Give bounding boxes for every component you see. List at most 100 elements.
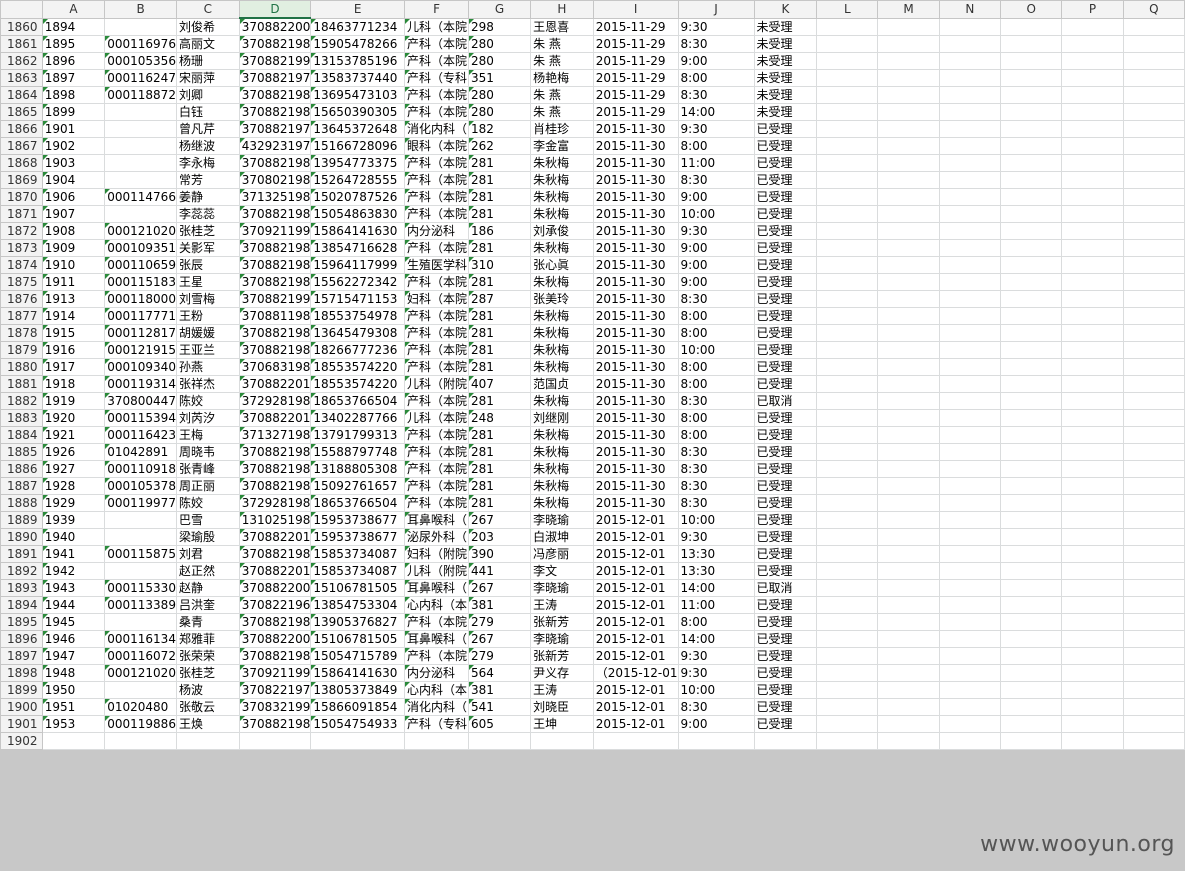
cell-j[interactable]: 9:00 (677, 256, 755, 274)
cell-i[interactable]: 2015-12-01 (592, 681, 679, 699)
cell-h[interactable]: 李金富 (530, 137, 594, 155)
cell-e[interactable]: 15092761657 (310, 477, 406, 495)
cell-k[interactable] (753, 732, 818, 750)
cell-f[interactable]: 儿科（附院 (404, 562, 469, 580)
cell-j[interactable]: 8:30 (677, 494, 755, 512)
cell-c[interactable]: 张桂芝 (175, 664, 240, 682)
cell-i[interactable]: 2015-11-30 (592, 120, 679, 138)
cell-p[interactable] (1061, 256, 1124, 274)
cell-i[interactable]: 2015-11-30 (592, 477, 679, 495)
cell-m[interactable] (877, 341, 940, 359)
cell-b[interactable]: 000110918 (104, 460, 177, 478)
column-header-m[interactable]: M (877, 0, 940, 19)
column-header-o[interactable]: O (1000, 0, 1063, 19)
cell-p[interactable] (1061, 324, 1124, 342)
cell-o[interactable] (1000, 239, 1063, 257)
cell-l[interactable] (816, 426, 879, 444)
cell-k[interactable]: 已受理 (753, 171, 818, 189)
cell-p[interactable] (1061, 239, 1124, 257)
cell-d[interactable]: 131025198 (238, 511, 312, 529)
column-header-h[interactable]: H (530, 0, 594, 19)
cell-e[interactable]: 15853734087 (310, 562, 406, 580)
row-header[interactable]: 1861 (0, 35, 43, 53)
cell-p[interactable] (1061, 698, 1124, 716)
cell-i[interactable]: 2015-11-30 (592, 256, 679, 274)
cell-f[interactable]: 妇科（附院 (404, 545, 469, 563)
cell-c[interactable]: 梁瑜殷 (175, 528, 240, 546)
cell-k[interactable]: 已受理 (753, 511, 818, 529)
cell-b[interactable]: 000109351 (104, 239, 177, 257)
cell-i[interactable]: （2015-12-01 (592, 664, 679, 682)
cell-a[interactable]: 1942 (41, 562, 106, 580)
cell-f[interactable]: 内分泌科 (404, 664, 469, 682)
cell-g[interactable]: 182 (467, 120, 532, 138)
cell-f[interactable]: 儿科（本院 (404, 409, 469, 427)
cell-f[interactable]: 消化内科（ (404, 120, 469, 138)
cell-l[interactable] (816, 239, 879, 257)
cell-d[interactable]: 370882198 (238, 545, 312, 563)
cell-n[interactable] (938, 443, 1002, 461)
cell-g[interactable]: 281 (467, 188, 532, 206)
cell-j[interactable]: 8:30 (677, 460, 755, 478)
cell-g[interactable]: 280 (467, 35, 532, 53)
cell-l[interactable] (816, 511, 879, 529)
row-header[interactable]: 1877 (0, 307, 43, 325)
cell-q[interactable] (1122, 698, 1185, 716)
cell-p[interactable] (1061, 528, 1124, 546)
row-header[interactable]: 1872 (0, 222, 43, 240)
cell-o[interactable] (1000, 528, 1063, 546)
cell-q[interactable] (1122, 256, 1185, 274)
cell-q[interactable] (1122, 664, 1185, 682)
cell-n[interactable] (938, 630, 1002, 648)
cell-n[interactable] (938, 477, 1002, 495)
cell-h[interactable]: 朱秋梅 (530, 392, 594, 410)
cell-l[interactable] (816, 562, 879, 580)
cell-c[interactable]: 常芳 (175, 171, 240, 189)
cell-q[interactable] (1122, 205, 1185, 223)
cell-b[interactable]: 000114766 (104, 188, 177, 206)
cell-j[interactable]: 13:30 (677, 562, 755, 580)
cell-p[interactable] (1061, 732, 1124, 750)
cell-i[interactable]: 2015-11-30 (592, 222, 679, 240)
cell-a[interactable]: 1947 (41, 647, 106, 665)
cell-d[interactable]: 432923197 (238, 137, 312, 155)
cell-n[interactable] (938, 256, 1002, 274)
cell-e[interactable]: 15864141630 (310, 664, 406, 682)
cell-h[interactable]: 朱秋梅 (530, 443, 594, 461)
cell-f[interactable]: 产科（本院 (404, 613, 469, 631)
cell-o[interactable] (1000, 205, 1063, 223)
cell-d[interactable]: 370822196 (238, 596, 312, 614)
cell-o[interactable] (1000, 256, 1063, 274)
row-header[interactable]: 1886 (0, 460, 43, 478)
cell-d[interactable]: 370882199 (238, 52, 312, 70)
cell-d[interactable]: 370882199 (238, 290, 312, 308)
cell-d[interactable]: 370882198 (238, 613, 312, 631)
cell-f[interactable]: 产科（本院 (404, 239, 469, 257)
cell-m[interactable] (877, 630, 940, 648)
cell-c[interactable]: 关影军 (175, 239, 240, 257)
cell-p[interactable] (1061, 664, 1124, 682)
cell-c[interactable]: 周晓韦 (175, 443, 240, 461)
cell-n[interactable] (938, 392, 1002, 410)
cell-d[interactable]: 370882197 (238, 69, 312, 87)
cell-b[interactable]: 000117771 (104, 307, 177, 325)
cell-e[interactable]: 15264728555 (310, 171, 406, 189)
cell-d[interactable]: 370882198 (238, 324, 312, 342)
cell-h[interactable]: 白淑坤 (530, 528, 594, 546)
cell-b[interactable] (104, 528, 177, 546)
cell-g[interactable]: 203 (467, 528, 532, 546)
cell-q[interactable] (1122, 86, 1185, 104)
cell-m[interactable] (877, 579, 940, 597)
cell-m[interactable] (877, 426, 940, 444)
row-header[interactable]: 1885 (0, 443, 43, 461)
cell-d[interactable]: 370882200 (238, 579, 312, 597)
cell-c[interactable]: 孙燕 (175, 358, 240, 376)
row-header[interactable]: 1902 (0, 732, 43, 750)
cell-j[interactable]: 10:00 (677, 511, 755, 529)
cell-l[interactable] (816, 579, 879, 597)
cell-l[interactable] (816, 205, 879, 223)
cell-i[interactable]: 2015-12-01 (592, 596, 679, 614)
cell-b[interactable] (104, 732, 177, 750)
cell-h[interactable]: 李晓瑜 (530, 630, 594, 648)
cell-e[interactable]: 13695473103 (310, 86, 406, 104)
